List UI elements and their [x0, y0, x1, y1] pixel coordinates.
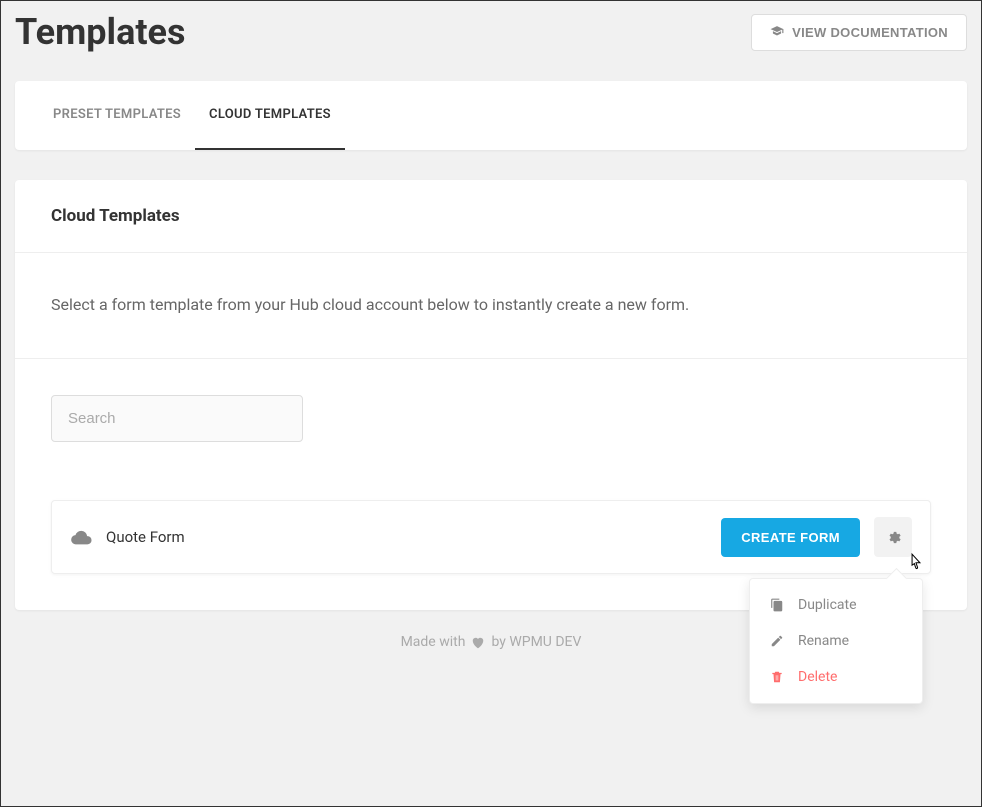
- dropdown-duplicate-label: Duplicate: [798, 597, 857, 613]
- footer-suffix: by WPMU DEV: [491, 634, 581, 650]
- pencil-icon: [770, 634, 784, 648]
- dropdown-delete-label: Delete: [798, 669, 837, 685]
- section-title: Cloud Templates: [15, 180, 967, 253]
- copy-icon: [770, 598, 784, 612]
- dropdown-rename-label: Rename: [798, 633, 849, 649]
- dropdown-item-rename[interactable]: Rename: [750, 623, 922, 659]
- tabs-card: PRESET TEMPLATES CLOUD TEMPLATES: [15, 81, 967, 150]
- academic-cap-icon: [770, 25, 784, 39]
- content-card: Cloud Templates Select a form template f…: [15, 180, 967, 610]
- tab-preset-templates[interactable]: PRESET TEMPLATES: [39, 81, 195, 150]
- dropdown-item-delete[interactable]: Delete: [750, 659, 922, 695]
- create-form-button[interactable]: CREATE FORM: [721, 518, 860, 557]
- template-row: Quote Form CREATE FORM: [51, 500, 931, 574]
- doc-button-label: VIEW DOCUMENTATION: [792, 25, 948, 40]
- cloud-icon: [70, 529, 92, 545]
- page-title: Templates: [15, 11, 185, 53]
- heart-icon: [471, 636, 485, 649]
- dropdown-item-duplicate[interactable]: Duplicate: [750, 587, 922, 623]
- section-description: Select a form template from your Hub clo…: [15, 253, 967, 359]
- footer-prefix: Made with: [401, 634, 466, 650]
- trash-icon: [770, 670, 784, 684]
- tab-cloud-templates[interactable]: CLOUD TEMPLATES: [195, 81, 345, 150]
- settings-button[interactable]: [874, 517, 912, 557]
- settings-dropdown: Duplicate Rename Delete: [749, 578, 923, 704]
- search-input[interactable]: [51, 395, 303, 442]
- template-name: Quote Form: [106, 528, 721, 546]
- gear-icon: [886, 530, 901, 545]
- view-documentation-button[interactable]: VIEW DOCUMENTATION: [751, 14, 967, 51]
